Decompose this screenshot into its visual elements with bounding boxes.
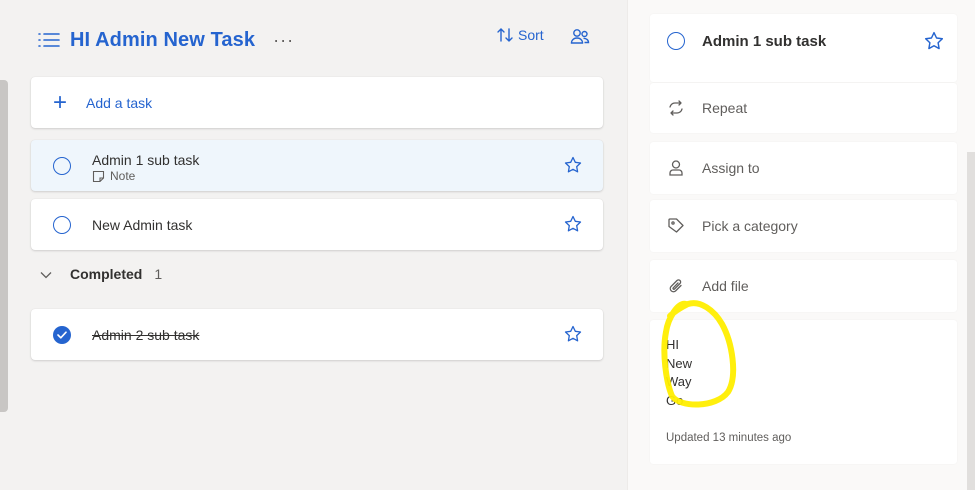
list-title[interactable]: HI Admin New Task: [70, 29, 255, 52]
task-list-pane: HI Admin New Task ··· Sort + Add a task …: [0, 0, 626, 490]
updated-timestamp: Updated 13 minutes ago: [666, 432, 792, 444]
task-complete-checkbox[interactable]: [53, 215, 71, 234]
repeat-option[interactable]: Repeat: [650, 83, 957, 133]
task-title: Admin 2 sub task: [92, 327, 200, 343]
task-item-admin-1-sub-task[interactable]: Admin 1 sub task Note: [31, 140, 603, 191]
more-options-icon[interactable]: ···: [273, 30, 294, 51]
add-task-input[interactable]: + Add a task: [31, 77, 603, 128]
note-icon: [92, 170, 105, 182]
sort-button[interactable]: Sort: [496, 26, 544, 44]
repeat-label: Repeat: [702, 100, 748, 116]
note-line: New: [666, 355, 693, 371]
list-icon[interactable]: [38, 29, 60, 51]
task-item-new-admin-task[interactable]: New Admin task: [31, 199, 603, 250]
assign-to-option[interactable]: Assign to: [650, 142, 957, 194]
star-icon[interactable]: [564, 215, 582, 238]
share-list-icon[interactable]: [570, 28, 590, 51]
add-file-label: Add file: [702, 278, 749, 294]
note-line: Way: [666, 374, 692, 389]
sort-label: Sort: [518, 27, 544, 43]
paperclip-icon: [667, 277, 685, 295]
person-icon: [667, 159, 685, 177]
sort-icon: [497, 28, 513, 42]
task-complete-checkbox[interactable]: [53, 156, 71, 175]
completed-count: 1: [154, 266, 163, 282]
task-title: Admin 1 sub task: [92, 152, 200, 168]
detail-scrollbar[interactable]: [967, 152, 975, 490]
note-label: Note: [110, 169, 136, 183]
star-icon[interactable]: [564, 156, 582, 179]
add-task-label: Add a task: [86, 94, 153, 111]
task-title: New Admin task: [92, 217, 193, 233]
detail-title-card: Admin 1 sub task: [650, 14, 957, 82]
detail-task-title[interactable]: Admin 1 sub task: [702, 33, 826, 50]
task-completed-checkbox[interactable]: [53, 325, 71, 344]
note-line: Go: [666, 392, 684, 408]
completed-section-toggle[interactable]: Completed 1: [40, 266, 162, 282]
note-card[interactable]: HI New Way Go Updated 13 minutes ago: [650, 320, 957, 464]
chevron-down-icon: [40, 266, 52, 282]
plus-icon: +: [53, 88, 68, 116]
completed-label: Completed: [70, 266, 143, 282]
star-icon[interactable]: [564, 325, 582, 348]
task-note-indicator: Note: [92, 169, 135, 183]
task-item-admin-2-sub-task[interactable]: Admin 2 sub task: [31, 309, 603, 360]
add-file-option[interactable]: Add file: [650, 260, 957, 312]
pick-category-option[interactable]: Pick a category: [650, 200, 957, 252]
task-complete-checkbox[interactable]: [667, 32, 685, 50]
note-textarea[interactable]: HI New Way Go: [666, 336, 692, 410]
repeat-icon: [667, 99, 685, 117]
pick-category-label: Pick a category: [702, 218, 798, 234]
assign-to-label: Assign to: [702, 160, 760, 176]
note-line: HI: [666, 337, 679, 352]
checkmark-icon: [57, 330, 67, 339]
tag-icon: [667, 217, 685, 235]
list-header: HI Admin New Task ··· Sort: [38, 20, 598, 60]
task-detail-pane: Admin 1 sub task Repeat Assign to Pick a…: [627, 0, 975, 490]
star-icon[interactable]: [924, 31, 944, 56]
